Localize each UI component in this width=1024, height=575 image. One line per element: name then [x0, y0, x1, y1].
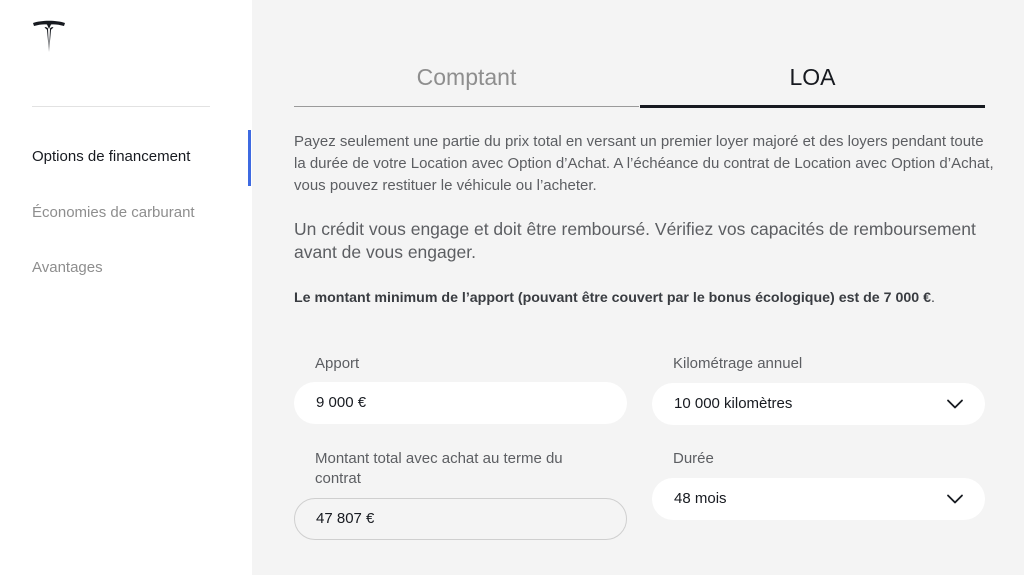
sidebar-divider — [32, 106, 210, 107]
loa-description: Payez seulement une partie du prix total… — [294, 133, 994, 194]
payment-tabs: Comptant LOA — [294, 60, 985, 108]
apport-input[interactable]: 9 000 € — [294, 382, 627, 424]
kilometrage-value: 10 000 kilomètres — [674, 395, 793, 412]
credit-warning: Un crédit vous engage et doit être rembo… — [294, 219, 976, 262]
duree-value: 48 mois — [674, 490, 727, 507]
sidebar: Options de financement Économies de carb… — [0, 0, 252, 575]
kilometrage-select[interactable]: 10 000 kilomètres — [652, 383, 985, 425]
montant-total-field: 47 807 € — [294, 498, 627, 540]
chevron-down-icon — [947, 399, 963, 409]
duree-select[interactable]: 48 mois — [652, 478, 985, 520]
sidebar-item-avantages[interactable]: Avantages — [32, 259, 103, 276]
main-content: Comptant LOA Payez seulement une partie … — [252, 0, 1024, 575]
minimum-apport-end: . — [930, 290, 935, 306]
tesla-logo-icon[interactable] — [31, 18, 67, 54]
montant-total-label: Montant total avec achat au terme du con… — [315, 450, 563, 487]
chevron-down-icon — [947, 494, 963, 504]
sidebar-item-financement[interactable]: Options de financement — [32, 148, 190, 165]
minimum-apport-bold: Le montant minimum de l’apport (pouvant … — [294, 290, 931, 306]
kilometrage-label: Kilométrage annuel — [673, 355, 803, 372]
sidebar-active-indicator — [248, 130, 251, 186]
tab-comptant[interactable]: Comptant — [294, 60, 639, 108]
minimum-apport-note: Le montant minimum de l’apport (pouvant … — [294, 287, 994, 309]
tab-loa[interactable]: LOA — [640, 60, 985, 108]
sidebar-item-economies[interactable]: Économies de carburant — [32, 204, 195, 221]
duree-label: Durée — [673, 450, 714, 467]
apport-label: Apport — [315, 355, 360, 372]
